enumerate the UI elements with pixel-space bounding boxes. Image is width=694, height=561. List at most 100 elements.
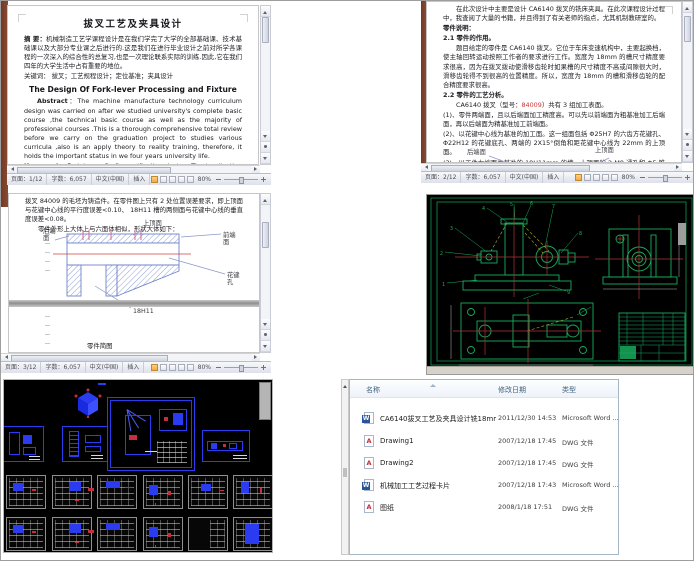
draft-view-button[interactable]	[186, 364, 194, 371]
scrollbar-thumb[interactable]	[262, 222, 269, 248]
browse-object-button[interactable]	[261, 330, 270, 341]
explorer-left-scrollbar[interactable]	[341, 379, 349, 555]
zoom-out-button[interactable]	[215, 364, 222, 371]
zoom-level[interactable]: 80%	[620, 174, 637, 181]
outline-view-button[interactable]	[177, 176, 185, 183]
browse-object-button[interactable]	[261, 142, 270, 153]
horizontal-scrollbar[interactable]	[421, 163, 682, 172]
fullscreen-view-button[interactable]	[159, 364, 167, 371]
status-insert-mode[interactable]: 插入	[123, 362, 145, 373]
web-layout-view-button[interactable]	[168, 364, 176, 371]
status-page[interactable]: 页面：1/12	[7, 174, 48, 185]
scroll-left-button[interactable]	[421, 164, 429, 171]
print-layout-view-button[interactable]	[150, 364, 158, 371]
scrollbar-thumb[interactable]	[262, 17, 269, 43]
scroll-down-button[interactable]	[261, 319, 270, 330]
print-layout-view-button[interactable]	[574, 174, 582, 181]
scroll-left-button[interactable]	[7, 166, 15, 173]
horizontal-scrollbar[interactable]	[7, 165, 260, 174]
cad-assembly-window[interactable]: 1 2 3 4 5 6 7 8 9	[426, 194, 693, 375]
word-page-1[interactable]: 拔叉工艺及夹具设计 摘 要：机械制造工艺学课程设计是在我们学完了大学的全部基础课…	[7, 5, 259, 165]
file-row[interactable]: W CA6140拔叉工艺及夹具设计铣18mm槽... 2011/12/30 14…	[350, 411, 618, 427]
file-row[interactable]: W 机械加工工艺过程卡片 2007/12/18 17:43 Microsoft …	[350, 478, 618, 494]
zoom-slider-thumb[interactable]	[663, 175, 669, 182]
fullscreen-view-button[interactable]	[583, 174, 591, 181]
status-page[interactable]: 页面：2/12	[421, 172, 462, 183]
zoom-level[interactable]: 80%	[196, 176, 213, 183]
cad-horizontal-scrollbar[interactable]	[427, 366, 693, 374]
cad-thumbnails-window[interactable]	[3, 379, 273, 553]
file-type: Microsoft Word ...	[562, 414, 618, 422]
status-language[interactable]: 中文(中国)	[86, 362, 124, 373]
next-page-button[interactable]	[683, 151, 692, 162]
scrollbar-thumb[interactable]	[259, 382, 271, 420]
zoom-slider[interactable]	[648, 174, 682, 182]
vertical-scrollbar[interactable]	[260, 193, 271, 353]
scroll-right-button[interactable]	[252, 166, 260, 173]
web-layout-view-button[interactable]	[592, 174, 600, 181]
scroll-right-button[interactable]	[252, 354, 260, 361]
file-row[interactable]: A Drawing1 2007/12/18 17:45 DWG 文件	[350, 434, 618, 450]
status-words[interactable]: 字数：6,057	[47, 174, 92, 185]
word-page-3[interactable]: 拨叉 84009 的毛坯为铸造件。在零件图上只有 2 处位置误差要求，即上顶面与…	[8, 193, 260, 353]
file-date: 2008/1/18 17:51	[498, 503, 553, 511]
process-card-thumbnail	[143, 517, 183, 551]
cad-assembly-drawing: 1 2 3 4 5 6 7 8 9	[427, 195, 693, 369]
status-language[interactable]: 中文(中国)	[92, 174, 130, 185]
file-row[interactable]: A Drawing2 2007/12/18 17:45 DWG 文件	[350, 456, 618, 472]
zoom-in-button[interactable]	[684, 174, 691, 181]
zoom-in-button[interactable]	[260, 364, 267, 371]
scroll-left-button[interactable]	[1, 354, 9, 361]
file-name: 图纸	[380, 504, 394, 512]
vertical-scrollbar[interactable]	[260, 5, 271, 165]
list-item: (1)、零件两端面，且以后端面加工精度高。可以先以前端面为粗基准加工后端面，再以…	[443, 111, 665, 129]
horizontal-scrollbar[interactable]	[1, 353, 260, 362]
zoom-level[interactable]: 80%	[196, 364, 213, 371]
abstract-en-label: Abstract	[37, 97, 68, 106]
file-row[interactable]: A 图纸 2008/1/18 17:51 DWG 文件	[350, 500, 618, 516]
web-layout-view-button[interactable]	[168, 176, 176, 183]
scroll-down-button[interactable]	[683, 129, 692, 140]
column-header-date[interactable]: 修改日期	[498, 385, 526, 395]
abstract-label: 摘 要：	[24, 35, 46, 43]
fullscreen-view-button[interactable]	[159, 176, 167, 183]
column-header-type[interactable]: 类型	[562, 385, 576, 395]
scroll-up-button[interactable]	[261, 194, 270, 205]
zoom-slider-thumb[interactable]	[239, 177, 245, 184]
file-type: Microsoft Word ...	[562, 481, 618, 489]
status-words[interactable]: 字数：6,057	[461, 172, 506, 183]
scroll-down-button[interactable]	[261, 131, 270, 142]
file-name: 机械加工工艺过程卡片	[380, 482, 450, 490]
status-words[interactable]: 字数：6,057	[41, 362, 86, 373]
zoom-out-button[interactable]	[639, 174, 646, 181]
vertical-scrollbar[interactable]	[682, 1, 693, 163]
next-page-button[interactable]	[261, 153, 270, 164]
outline-view-button[interactable]	[177, 364, 185, 371]
status-page[interactable]: 页面：3/12	[1, 362, 42, 373]
column-header-name[interactable]: 名称	[366, 385, 380, 395]
next-page-button[interactable]	[261, 341, 270, 352]
status-insert-mode[interactable]: 插入	[543, 172, 565, 183]
outline-view-button[interactable]	[601, 174, 609, 181]
draft-view-button[interactable]	[610, 174, 618, 181]
scroll-up-button[interactable]	[261, 6, 270, 17]
status-language[interactable]: 中文(中国)	[506, 172, 544, 183]
status-insert-mode[interactable]: 插入	[129, 174, 151, 185]
scrollbar-thumb[interactable]	[684, 16, 691, 42]
word-page-2[interactable]: 在此次设计中主要是设计 CA6140 拨叉的铣床夹具。在此次课程设计过程中，我查…	[426, 1, 682, 163]
zoom-out-button[interactable]	[215, 176, 222, 183]
file-name: Drawing1	[380, 437, 414, 445]
print-layout-view-button[interactable]	[150, 176, 158, 183]
part-sketch-figure: 后端面 上顶面 前端面 花键孔 18H11	[19, 220, 259, 324]
zoom-slider-thumb[interactable]	[239, 365, 245, 372]
scroll-right-button[interactable]	[674, 164, 682, 171]
scroll-up-button[interactable]	[683, 2, 692, 13]
browse-object-button[interactable]	[683, 140, 692, 151]
zoom-in-button[interactable]	[260, 176, 267, 183]
model-line-pre: CA6140 拨叉（型号：	[456, 100, 522, 109]
zoom-slider[interactable]	[224, 176, 258, 184]
process-card-thumbnail	[97, 475, 137, 509]
draft-view-button[interactable]	[186, 176, 194, 183]
file-name: CA6140拔叉工艺及夹具设计铣18mm槽...	[380, 415, 496, 423]
zoom-slider[interactable]	[224, 364, 258, 372]
